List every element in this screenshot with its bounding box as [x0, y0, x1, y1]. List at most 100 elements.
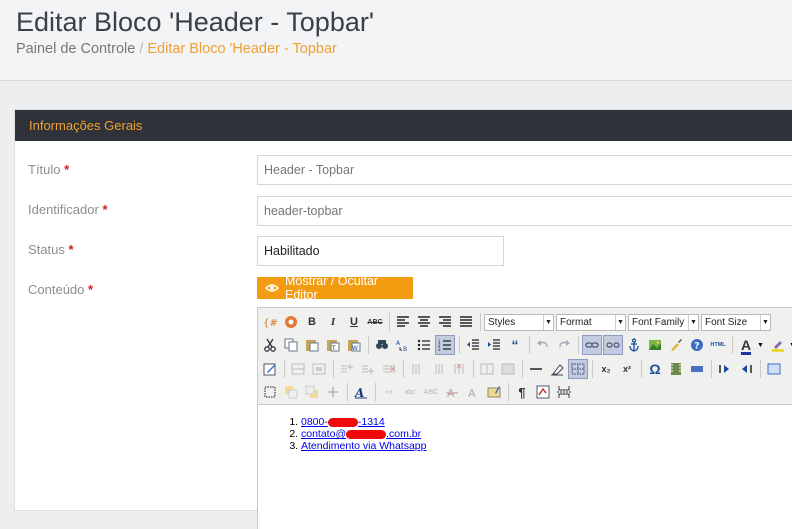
svg-text:T: T: [331, 345, 336, 352]
toggle-editor-button[interactable]: Mostrar / Ocultar Editor: [257, 274, 413, 302]
font-family-select[interactable]: Font Family ▼: [628, 313, 699, 331]
del-icon[interactable]: A: [442, 382, 462, 402]
whatsapp-link[interactable]: Atendimento via Whatsapp: [301, 440, 427, 452]
abbr-icon[interactable]: abc: [400, 382, 420, 402]
titulo-label: Título *: [28, 162, 69, 177]
toolbar-separator: [333, 360, 334, 378]
email-link[interactable]: contato@ .com.br: [301, 428, 421, 440]
titulo-input[interactable]: [257, 155, 792, 185]
identificador-input[interactable]: [257, 196, 792, 226]
link-icon[interactable]: [582, 335, 602, 355]
visual-aid-icon[interactable]: [568, 359, 588, 379]
pagebreak-icon[interactable]: [554, 382, 574, 402]
breadcrumb-current: Editar Bloco 'Header - Topbar: [147, 41, 337, 57]
blockquote-icon[interactable]: “: [505, 335, 525, 355]
insert-col-before-icon[interactable]: [407, 359, 427, 379]
special-char-icon[interactable]: Ω: [645, 359, 665, 379]
underline-icon[interactable]: U: [344, 312, 364, 332]
move-forward-icon[interactable]: [281, 382, 301, 402]
attributes-icon[interactable]: [484, 382, 504, 402]
toolbar-separator: [711, 360, 712, 378]
ins-icon[interactable]: A: [463, 382, 483, 402]
subscript-icon[interactable]: x₂: [596, 359, 616, 379]
insert-col-after-icon[interactable]: [428, 359, 448, 379]
list-item: Atendimento via Whatsapp: [301, 440, 792, 452]
eye-icon: [265, 283, 279, 293]
copy-icon[interactable]: [281, 335, 301, 355]
unlink-icon[interactable]: [603, 335, 623, 355]
cut-icon[interactable]: [260, 335, 280, 355]
bold-icon[interactable]: B: [302, 312, 322, 332]
editor-content-area[interactable]: 0800- -1314 contato@ .com.br Atendimento v…: [258, 404, 792, 529]
chevron-down-icon[interactable]: ▼: [757, 342, 764, 349]
page-title: Editar Bloco 'Header - Topbar': [16, 7, 375, 37]
source-icon[interactable]: {#}: [260, 312, 280, 332]
table-cell-props-icon[interactable]: [309, 359, 329, 379]
image-icon[interactable]: [645, 335, 665, 355]
horizontal-rule-icon[interactable]: [526, 359, 546, 379]
breadcrumb-root[interactable]: Painel de Controle: [16, 41, 135, 57]
replace-icon[interactable]: AB: [393, 335, 413, 355]
insert-layer-icon[interactable]: [687, 359, 707, 379]
fullscreen-icon[interactable]: [764, 359, 784, 379]
html-icon[interactable]: HTML: [708, 335, 728, 355]
paste-icon[interactable]: [302, 335, 322, 355]
ltr-icon[interactable]: [715, 359, 735, 379]
remove-format-icon[interactable]: [547, 359, 567, 379]
redo-icon[interactable]: [554, 335, 574, 355]
styleprops-icon[interactable]: A: [351, 382, 371, 402]
status-select[interactable]: Habilitado: [257, 236, 504, 266]
status-select-value: Habilitado: [264, 244, 320, 258]
undo-icon[interactable]: [533, 335, 553, 355]
svg-text:3: 3: [438, 347, 441, 351]
align-left-icon[interactable]: [393, 312, 413, 332]
styles-select[interactable]: Styles ▼: [484, 313, 554, 331]
required-mark: *: [102, 202, 108, 217]
insert-row-before-icon[interactable]: [337, 359, 357, 379]
align-center-icon[interactable]: [414, 312, 434, 332]
italic-icon[interactable]: I: [323, 312, 343, 332]
cleanup-icon[interactable]: [666, 335, 686, 355]
paste-word-icon[interactable]: W: [344, 335, 364, 355]
superscript-icon[interactable]: x²: [617, 359, 637, 379]
acronym-icon[interactable]: ABC: [421, 382, 441, 402]
svg-text:{#}: {#}: [263, 318, 278, 329]
template-icon[interactable]: [533, 382, 553, 402]
outdent-icon[interactable]: [463, 335, 483, 355]
help-icon[interactable]: ?: [687, 335, 707, 355]
paste-text-icon[interactable]: T: [323, 335, 343, 355]
align-justify-icon[interactable]: [456, 312, 476, 332]
insert-row-after-icon[interactable]: [358, 359, 378, 379]
merge-cells-icon[interactable]: [498, 359, 518, 379]
indent-icon[interactable]: [484, 335, 504, 355]
move-backward-icon[interactable]: [302, 382, 322, 402]
anchor-icon[interactable]: [624, 335, 644, 355]
phone-link[interactable]: 0800- -1314: [301, 416, 385, 428]
font-size-select[interactable]: Font Size ▼: [701, 313, 771, 331]
cite-icon[interactable]: «»: [379, 382, 399, 402]
align-right-icon[interactable]: [435, 312, 455, 332]
settings-icon[interactable]: [281, 312, 301, 332]
table-row-props-icon[interactable]: [288, 359, 308, 379]
list-item: 0800- -1314: [301, 416, 792, 428]
absolute-position-icon[interactable]: [260, 382, 280, 402]
numbered-list-icon[interactable]: 123: [435, 335, 455, 355]
edit-table-icon[interactable]: [260, 359, 280, 379]
pilcrow-icon[interactable]: ¶: [512, 382, 532, 402]
media-icon[interactable]: [666, 359, 686, 379]
titulo-label-text: Título: [28, 162, 61, 177]
required-mark: *: [64, 162, 70, 177]
find-icon[interactable]: [372, 335, 392, 355]
rtl-icon[interactable]: [736, 359, 756, 379]
delete-col-icon[interactable]: [449, 359, 469, 379]
bullet-list-icon[interactable]: [414, 335, 434, 355]
format-select-label: Format: [560, 316, 592, 328]
insert-layer-dis-icon[interactable]: [323, 382, 343, 402]
split-cells-icon[interactable]: [477, 359, 497, 379]
delete-row-icon[interactable]: [379, 359, 399, 379]
highlight-color-icon[interactable]: [768, 335, 788, 355]
rich-text-editor: {#} B I U ABC Styles ▼ Format ▼ Font Famil…: [257, 307, 792, 529]
format-select[interactable]: Format ▼: [556, 313, 626, 331]
strikethrough-icon[interactable]: ABC: [365, 312, 385, 332]
text-color-icon[interactable]: A: [736, 335, 756, 355]
